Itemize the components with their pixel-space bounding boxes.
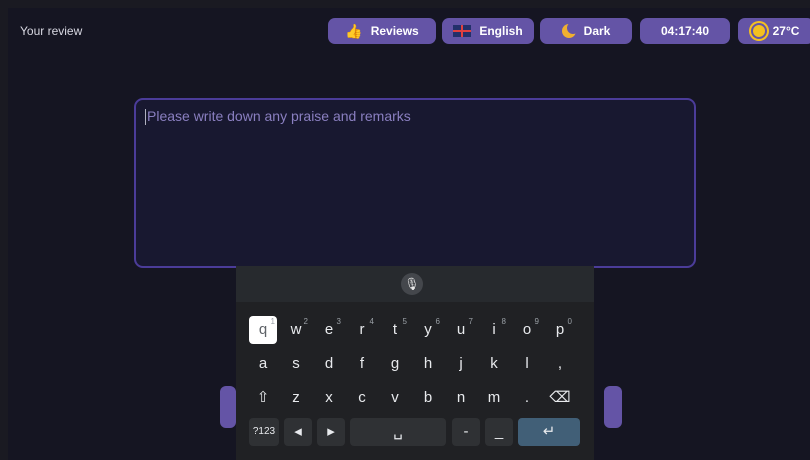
key-d[interactable]: d (315, 350, 343, 378)
key-h[interactable]: h (414, 350, 442, 378)
key-z[interactable]: z (282, 384, 310, 412)
review-textarea[interactable]: Please write down any praise and remarks (134, 98, 696, 268)
reviews-label: Reviews (370, 24, 419, 38)
numbers-key[interactable]: ?123 (249, 418, 279, 446)
reviews-chip[interactable]: 👍 Reviews (328, 18, 436, 44)
key-t[interactable]: t5 (381, 316, 409, 344)
review-placeholder: Please write down any praise and remarks (147, 108, 411, 124)
right-action-button[interactable] (604, 386, 622, 428)
theme-chip[interactable]: Dark (540, 18, 632, 44)
dash-key[interactable]: - (452, 418, 480, 446)
backspace-key[interactable]: ⌫ (546, 384, 574, 412)
cursor-left-key[interactable]: ◂ (284, 418, 312, 446)
key-j[interactable]: j (447, 350, 475, 378)
time-label: 04:17:40 (660, 24, 710, 38)
time-chip: 04:17:40 (640, 18, 730, 44)
key-n[interactable]: n (447, 384, 475, 412)
language-label: English (479, 24, 523, 38)
key-k[interactable]: k (480, 350, 508, 378)
key-g[interactable]: g (381, 350, 409, 378)
key-w[interactable]: w2 (282, 316, 310, 344)
key-l[interactable]: l (513, 350, 541, 378)
keyboard-toolbar: 🎙 (236, 266, 594, 302)
key-v[interactable]: v (381, 384, 409, 412)
cursor-right-key[interactable]: ▸ (317, 418, 345, 446)
key-a[interactable]: a (249, 350, 277, 378)
key-comma[interactable]: , (546, 350, 574, 378)
enter-key[interactable]: ↵ (518, 418, 580, 446)
left-action-button[interactable] (220, 386, 236, 428)
key-u[interactable]: u7 (447, 316, 475, 344)
underscore-key[interactable]: _ (485, 418, 513, 446)
theme-label: Dark (583, 24, 611, 38)
key-q[interactable]: q1 (249, 316, 277, 344)
weather-chip[interactable]: 27°C (738, 18, 810, 44)
key-i[interactable]: i8 (480, 316, 508, 344)
uk-flag-icon (453, 25, 472, 37)
moon-icon (561, 22, 579, 38)
page-title: Your review (20, 24, 83, 38)
space-key[interactable]: ␣ (350, 418, 446, 446)
key-r[interactable]: r4 (348, 316, 376, 344)
key-y[interactable]: y6 (414, 316, 442, 344)
key-b[interactable]: b (414, 384, 442, 412)
key-e[interactable]: e3 (315, 316, 343, 344)
screen: Your review 👍 Reviews English Dark 04:17… (8, 8, 810, 460)
on-screen-keyboard: 🎙 q1 w2 e3 r4 t5 y6 u7 i8 o9 p0 a s d f … (236, 266, 594, 460)
key-f[interactable]: f (348, 350, 376, 378)
weather-label: 27°C (772, 24, 800, 38)
key-p[interactable]: p0 (546, 316, 574, 344)
key-period[interactable]: . (513, 384, 541, 412)
shift-key[interactable]: ⇧ (249, 384, 277, 412)
text-caret (145, 109, 146, 125)
key-s[interactable]: s (282, 350, 310, 378)
thumbs-up-icon: 👍 (345, 22, 363, 39)
key-o[interactable]: o9 (513, 316, 541, 344)
language-chip[interactable]: English (442, 18, 534, 44)
key-m[interactable]: m (480, 384, 508, 412)
key-c[interactable]: c (348, 384, 376, 412)
sun-icon (752, 25, 765, 37)
microphone-icon[interactable]: 🎙 (401, 273, 423, 295)
key-x[interactable]: x (315, 384, 343, 412)
